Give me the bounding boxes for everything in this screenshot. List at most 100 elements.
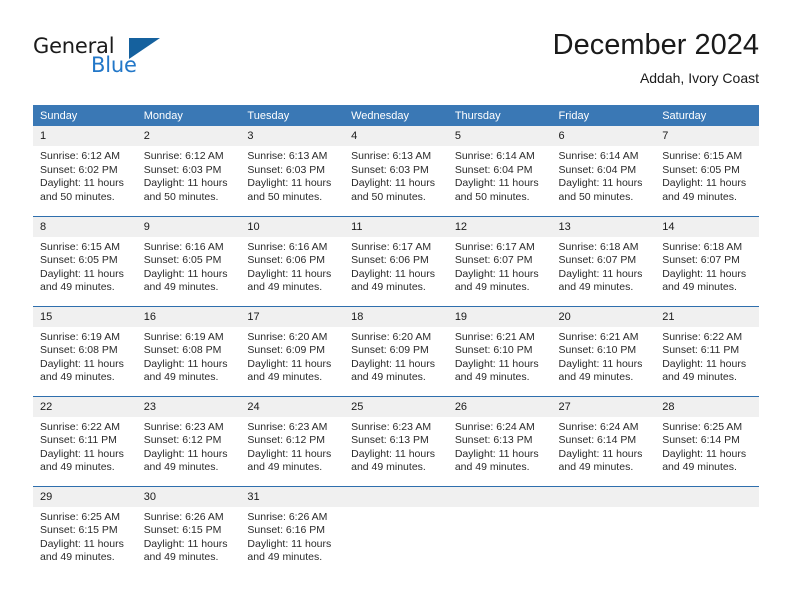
daylight-text: Daylight: 11 hours and 49 minutes. [558, 447, 643, 474]
calendar-day-cell[interactable]: 22 Sunrise: 6:22 AM Sunset: 6:11 PM Dayligh… [33, 395, 137, 486]
daylight-text: Daylight: 11 hours and 50 minutes. [558, 177, 643, 203]
weekday-header-wednesday: Wednesday [344, 105, 448, 126]
day-number: 5 [447, 126, 552, 146]
day-number: 4 [344, 126, 448, 146]
calendar-day-cell[interactable]: 25 Sunrise: 6:23 AM Sunset: 6:13 PM Dayligh… [344, 395, 448, 486]
calendar-day-cell[interactable]: 10 Sunrise: 6:16 AM Sunset: 6:06 PM Dayligh… [240, 215, 345, 306]
daylight-text: Daylight: 11 hours and 49 minutes. [351, 267, 435, 294]
calendar-day-cell[interactable]: 29 Sunrise: 6:25 AM Sunset: 6:15 PM Dayligh… [33, 485, 137, 576]
daylight-text: Daylight: 11 hours and 49 minutes. [143, 267, 228, 294]
sunrise-text: Sunrise: 6:23 AM [143, 420, 224, 433]
calendar-day-cell[interactable]: 21 Sunrise: 6:22 AM Sunset: 6:11 PM Dayligh… [655, 305, 759, 396]
day-sun-info: Sunrise: 6:26 AM Sunset: 6:15 PM Daylight:… [137, 507, 241, 565]
daylight-text: Daylight: 11 hours and 49 minutes. [558, 267, 643, 294]
daylight-text: Daylight: 11 hours and 50 minutes. [454, 177, 539, 203]
calendar-day-cell[interactable]: 30 Sunrise: 6:26 AM Sunset: 6:15 PM Dayligh… [136, 485, 241, 576]
sunset-text: Sunset: 6:10 PM [558, 344, 637, 357]
calendar-day-cell[interactable]: 20 Sunrise: 6:21 AM Sunset: 6:10 PM Dayligh… [551, 305, 656, 396]
sunrise-text: Sunrise: 6:16 AM [143, 240, 224, 253]
sunrise-text: Sunrise: 6:19 AM [40, 330, 120, 343]
daylight-text: Daylight: 11 hours and 49 minutes. [40, 447, 124, 474]
day-number: 18 [344, 306, 448, 327]
sunset-text: Sunset: 6:11 PM [662, 344, 740, 357]
day-number: 6 [551, 126, 656, 146]
day-sun-info: Sunrise: 6:18 AM Sunset: 6:07 PM Daylight:… [655, 237, 759, 295]
day-sun-info: Sunrise: 6:23 AM Sunset: 6:12 PM Daylight:… [240, 417, 344, 475]
day-number: 24 [240, 396, 345, 417]
calendar-head: Sunday Monday Tuesday Wednesday Thursday… [33, 105, 759, 126]
sunrise-text: Sunrise: 6:15 AM [662, 150, 743, 162]
sunrise-text: Sunrise: 6:25 AM [662, 420, 743, 433]
sunrise-text: Sunrise: 6:21 AM [558, 330, 639, 343]
sunset-text: Sunset: 6:14 PM [558, 434, 637, 447]
daylight-text: Daylight: 11 hours and 49 minutes. [662, 357, 747, 384]
calendar-week-row: 15 Sunrise: 6:19 AM Sunset: 6:08 PM Dayligh… [33, 305, 759, 396]
sunrise-text: Sunrise: 6:25 AM [40, 510, 120, 523]
calendar-day-cell[interactable]: 19 Sunrise: 6:21 AM Sunset: 6:10 PM Dayligh… [447, 305, 552, 396]
calendar-day-cell[interactable]: 16 Sunrise: 6:19 AM Sunset: 6:08 PM Dayligh… [136, 305, 241, 396]
calendar-day-cell[interactable]: 27 Sunrise: 6:24 AM Sunset: 6:14 PM Dayligh… [551, 395, 656, 486]
calendar-day-cell[interactable]: 3 Sunrise: 6:13 AM Sunset: 6:03 PM Daylight… [240, 126, 345, 216]
general-blue-logo[interactable]: General Blue [33, 34, 173, 82]
calendar-day-cell[interactable]: 18 Sunrise: 6:20 AM Sunset: 6:09 PM Dayligh… [344, 305, 448, 396]
sunset-text: Sunset: 6:08 PM [143, 344, 222, 357]
calendar-day-cell[interactable]: 8 Sunrise: 6:15 AM Sunset: 6:05 PM Daylight… [33, 215, 137, 306]
calendar-day-cell[interactable]: 1 Sunrise: 6:12 AM Sunset: 6:02 PM Daylight… [33, 126, 137, 216]
daylight-text: Daylight: 11 hours and 49 minutes. [143, 357, 228, 384]
calendar-day-cell[interactable]: 26 Sunrise: 6:24 AM Sunset: 6:13 PM Dayligh… [447, 395, 552, 486]
day-number: 12 [447, 216, 552, 237]
sunrise-text: Sunrise: 6:23 AM [351, 420, 432, 433]
day-number: 21 [655, 306, 759, 327]
day-sun-info: Sunrise: 6:20 AM Sunset: 6:09 PM Daylight:… [240, 327, 344, 385]
calendar-day-cell[interactable]: 23 Sunrise: 6:23 AM Sunset: 6:12 PM Dayligh… [136, 395, 241, 486]
daylight-text: Daylight: 11 hours and 49 minutes. [40, 267, 124, 294]
sunrise-text: Sunrise: 6:20 AM [247, 330, 328, 343]
calendar-day-cell[interactable]: 28 Sunrise: 6:25 AM Sunset: 6:14 PM Dayligh… [655, 395, 759, 486]
sunrise-text: Sunrise: 6:13 AM [247, 150, 328, 162]
sunrise-text: Sunrise: 6:17 AM [351, 240, 432, 253]
daylight-text: Daylight: 11 hours and 49 minutes. [662, 177, 747, 203]
calendar-day-cell[interactable]: 14 Sunrise: 6:18 AM Sunset: 6:07 PM Dayligh… [655, 215, 759, 306]
sunset-text: Sunset: 6:03 PM [247, 163, 326, 176]
day-number [655, 486, 759, 507]
calendar-body: 1 Sunrise: 6:12 AM Sunset: 6:02 PM Daylight… [33, 126, 759, 576]
day-sun-info: Sunrise: 6:25 AM Sunset: 6:14 PM Daylight:… [655, 417, 759, 475]
daylight-text: Daylight: 11 hours and 50 minutes. [351, 177, 435, 203]
sunset-text: Sunset: 6:08 PM [40, 344, 118, 357]
sunrise-text: Sunrise: 6:13 AM [351, 150, 432, 162]
sunset-text: Sunset: 6:06 PM [247, 254, 326, 267]
calendar-day-cell[interactable]: 11 Sunrise: 6:17 AM Sunset: 6:06 PM Dayligh… [344, 215, 448, 306]
calendar-day-cell[interactable]: 5 Sunrise: 6:14 AM Sunset: 6:04 PM Daylight… [447, 126, 552, 216]
day-sun-info: Sunrise: 6:24 AM Sunset: 6:14 PM Daylight:… [552, 417, 656, 475]
day-sun-info: Sunrise: 6:17 AM Sunset: 6:07 PM Daylight:… [448, 237, 552, 295]
day-sun-info: Sunrise: 6:14 AM Sunset: 6:04 PM Daylight:… [552, 146, 656, 204]
calendar-day-cell[interactable]: 7 Sunrise: 6:15 AM Sunset: 6:05 PM Daylight… [655, 126, 759, 216]
sunrise-text: Sunrise: 6:14 AM [454, 150, 535, 162]
calendar-day-cell[interactable]: 12 Sunrise: 6:17 AM Sunset: 6:07 PM Dayligh… [447, 215, 552, 306]
calendar-day-cell[interactable]: 15 Sunrise: 6:19 AM Sunset: 6:08 PM Dayligh… [33, 305, 137, 396]
calendar-day-cell[interactable]: 4 Sunrise: 6:13 AM Sunset: 6:03 PM Daylight… [344, 126, 448, 216]
sunrise-text: Sunrise: 6:20 AM [351, 330, 432, 343]
calendar-day-cell[interactable]: 17 Sunrise: 6:20 AM Sunset: 6:09 PM Dayligh… [240, 305, 345, 396]
sunset-text: Sunset: 6:05 PM [143, 254, 222, 267]
calendar-day-cell[interactable]: 13 Sunrise: 6:18 AM Sunset: 6:07 PM Dayligh… [551, 215, 656, 306]
day-number: 7 [655, 126, 759, 146]
sunset-text: Sunset: 6:06 PM [351, 254, 429, 267]
sunset-text: Sunset: 6:11 PM [40, 434, 117, 447]
calendar-day-cell[interactable]: 24 Sunrise: 6:23 AM Sunset: 6:12 PM Dayligh… [240, 395, 345, 486]
daylight-text: Daylight: 11 hours and 49 minutes. [143, 447, 228, 474]
calendar-day-cell[interactable]: 2 Sunrise: 6:12 AM Sunset: 6:03 PM Daylight… [136, 126, 241, 216]
calendar-day-cell[interactable]: 6 Sunrise: 6:14 AM Sunset: 6:04 PM Daylight… [551, 126, 656, 216]
calendar-day-cell[interactable]: 31 Sunrise: 6:26 AM Sunset: 6:16 PM Dayligh… [240, 485, 345, 576]
day-number: 9 [136, 216, 241, 237]
sunset-text: Sunset: 6:07 PM [454, 254, 533, 267]
day-number: 2 [136, 126, 241, 146]
calendar-day-cell[interactable]: 9 Sunrise: 6:16 AM Sunset: 6:05 PM Daylight… [136, 215, 241, 306]
sunset-text: Sunset: 6:12 PM [247, 434, 326, 447]
daylight-text: Daylight: 11 hours and 49 minutes. [454, 447, 539, 474]
sunrise-text: Sunrise: 6:18 AM [558, 240, 639, 253]
sunrise-text: Sunrise: 6:24 AM [558, 420, 639, 433]
daylight-text: Daylight: 11 hours and 49 minutes. [247, 267, 332, 294]
day-number: 15 [33, 306, 137, 327]
daylight-text: Daylight: 11 hours and 49 minutes. [351, 447, 435, 474]
